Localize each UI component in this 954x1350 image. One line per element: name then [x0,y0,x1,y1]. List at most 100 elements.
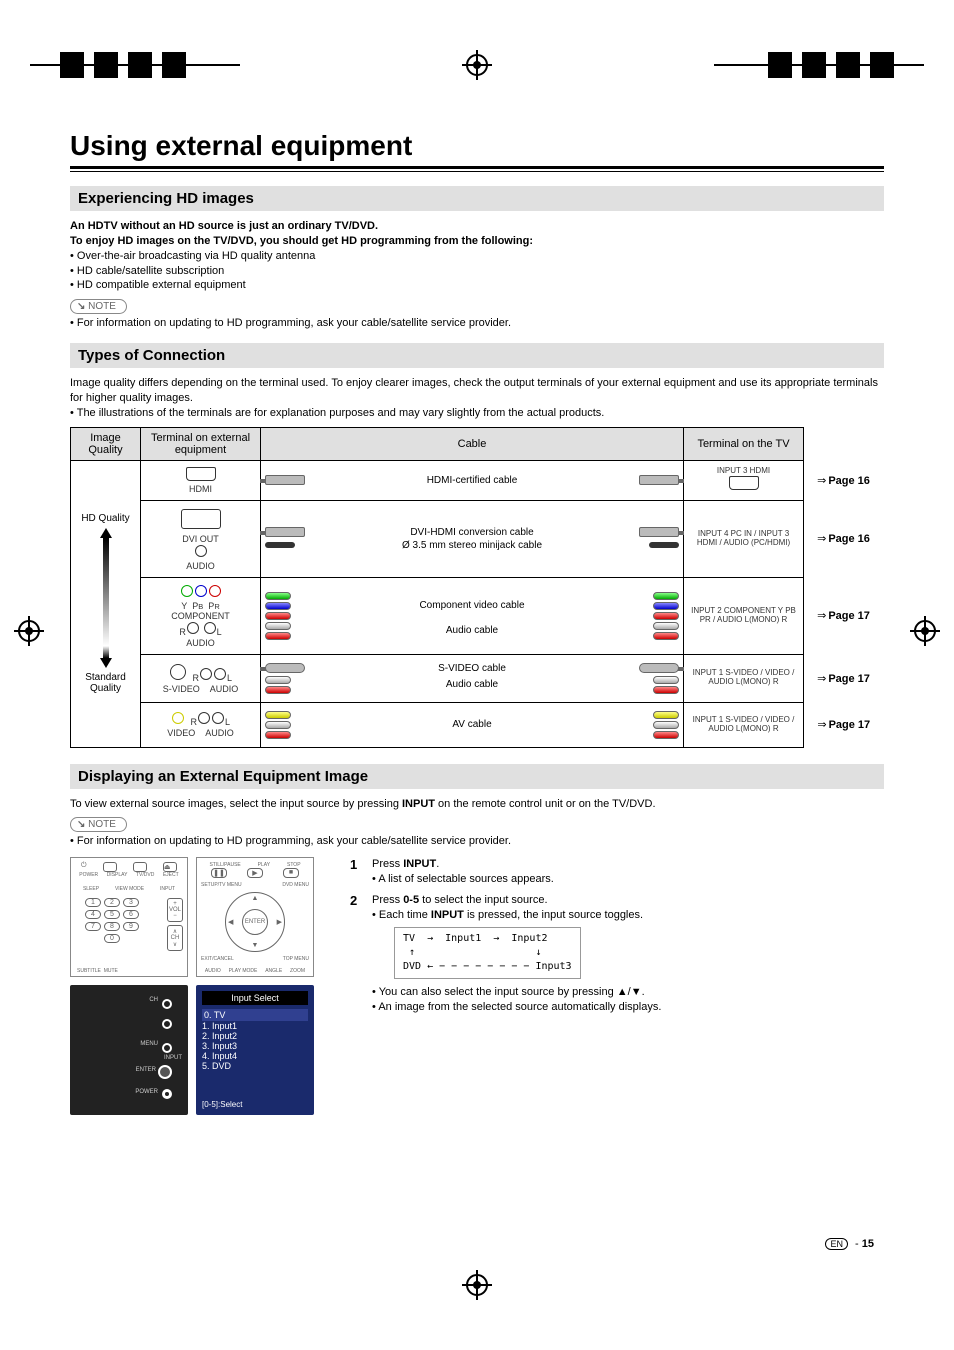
audio-jack-icon [195,545,207,557]
step2-sub: Each time INPUT is pressed, the input so… [372,908,661,923]
ext-term-svideo: RL S-VIDEO AUDIO [141,654,261,702]
remote-figure-1: ⏻ ⏏ POWERDISPLAYTV/DVDEJECT SLEEPVIEW MO… [70,857,188,977]
cable-dvi: DVI-HDMI conversion cable Ø 3.5 mm stere… [261,500,684,577]
step-number: 1 [350,857,364,887]
tv-term-component: INPUT 2 COMPONENT Y PB PR / AUDIO L(MONO… [684,577,804,654]
hdmi-plug-icon [265,475,305,485]
display-note-text: For information on updating to HD progra… [70,834,884,849]
digit-button-icon: 9 [123,922,139,931]
osd-item-selected: 0. TV [202,1009,308,1021]
digit-button-icon: 6 [123,910,139,919]
svideo-port-icon [170,664,186,680]
eject-icon: ⏏ [163,862,177,872]
hd-bullets: Over-the-air broadcasting via HD quality… [70,249,884,294]
ext-term-hdmi: HDMI [141,460,261,500]
digit-button-icon: 8 [104,922,120,931]
power-icon: ⏻ [81,862,87,872]
types-intro: Image quality differs depending on the t… [70,376,884,406]
step2-extra: An image from the selected source automa… [372,1000,661,1015]
std-quality-label: Standard Quality [75,672,136,694]
th-tv-term: Terminal on the TV [684,427,804,460]
note-badge: NOTE [70,817,127,832]
stop-icon: ■ [283,868,299,878]
svideo-plug-icon [265,663,305,673]
svideo-plug-icon [639,663,679,673]
osd-item: 3. Input3 [202,1041,308,1051]
digit-button-icon: 1 [85,898,101,907]
digit-button-icon: 4 [85,910,101,919]
cable-hdmi: HDMI-certified cable [261,460,684,500]
hdmi-port-icon [729,476,759,490]
button-icon [133,862,147,872]
osd-input-select: Input Select 0. TV 1. Input1 2. Input2 3… [196,985,314,1115]
th-cable: Cable [261,427,684,460]
osd-item: 4. Input4 [202,1051,308,1061]
section-heading-hd: Experiencing HD images [70,186,884,211]
tv-term-hdmi: INPUT 3 HDMI [684,460,804,500]
dvi-plug-icon [265,527,305,537]
th-ext-term: Terminal on external equipment [141,427,261,460]
osd-item: 5. DVD [202,1061,308,1071]
tv-term-av: INPUT 1 S-VIDEO / VIDEO / AUDIO L(MONO) … [684,702,804,747]
minijack-plug-icon [649,542,679,548]
play-icon: ▶ [247,868,263,878]
cable-av: AV cable [261,702,684,747]
power-button-icon [162,1089,172,1099]
cable-component: Component video cable Audio cable [261,577,684,654]
step1-sub: A list of selectable sources appears. [372,872,554,887]
hd-bullet: HD cable/satellite subscription [70,264,884,279]
quality-scale-cell: HD Quality Standard Quality [71,460,141,747]
down-arrow-icon: ▼ [252,942,259,949]
crop-marks-top [0,50,954,80]
figure-column: ⏻ ⏏ POWERDISPLAYTV/DVDEJECT SLEEPVIEW MO… [70,857,330,1115]
ext-term-dvi: DVI OUT AUDIO [141,500,261,577]
panel-button-icon [158,1065,172,1079]
ext-term-av: RL VIDEO AUDIO [141,702,261,747]
hd-bullet: Over-the-air broadcasting via HD quality… [70,249,884,264]
hd-intro-2: To enjoy HD images on the TV/DVD, you sh… [70,234,884,249]
panel-button-icon [162,1019,172,1029]
page-ref: Page 17 [817,673,870,685]
instructions-column: 1 Press INPUT. A list of selectable sour… [350,857,884,1115]
right-arrow-icon: ▶ [277,918,282,926]
hd-quality-label: HD Quality [75,513,136,524]
osd-footer: [0-5]:Select [202,1100,242,1109]
quality-arrow-icon [100,528,112,668]
pause-icon: ❚❚ [211,868,227,878]
dpad-icon: ENTER ▲ ▼ ◀ ▶ [225,892,285,952]
page-ref: Page 16 [817,475,870,487]
digit-button-icon: 5 [104,910,120,919]
lang-badge: EN [825,1238,848,1250]
hd-intro-1: An HDTV without an HD source is just an … [70,219,884,234]
page-number: 15 [862,1238,874,1250]
digit-button-icon: 3 [123,898,139,907]
panel-button-icon [162,999,172,1009]
hd-note-text: For information on updating to HD progra… [70,316,884,331]
osd-item: 1. Input1 [202,1021,308,1031]
dvi-port-icon [181,509,221,529]
page-footer: EN - 15 [825,1238,874,1250]
digit-button-icon: 0 [104,934,120,943]
section-heading-display: Displaying an External Equipment Image [70,764,884,789]
left-arrow-icon: ◀ [228,918,233,926]
tv-term-svideo: INPUT 1 S-VIDEO / VIDEO / AUDIO L(MONO) … [684,654,804,702]
remote-figure-2: STILL/PAUSEPLAYSTOP ❚❚ ▶ ■ SETUP/TV MENU… [196,857,314,977]
step-number: 2 [350,893,364,1014]
display-intro: To view external source images, select t… [70,797,884,812]
cable-svideo: S-VIDEO cable Audio cable [261,654,684,702]
ext-term-component: Y PB PR COMPONENT R L AUDIO [141,577,261,654]
hdmi-plug-icon [639,527,679,537]
section-heading-types: Types of Connection [70,343,884,368]
hd-bullet: HD compatible external equipment [70,278,884,293]
hdmi-plug-icon [639,475,679,485]
page-ref: Page 16 [817,533,870,545]
crop-marks-bottom [0,1270,954,1300]
input-toggle-flow: TV → Input1 → Input2 ↑ ↓ DVD ← − − − − −… [394,927,581,979]
side-crop-left [18,620,40,642]
minijack-plug-icon [265,542,295,548]
osd-item: 2. Input2 [202,1031,308,1041]
panel-button-icon [162,1043,172,1053]
tv-term-dvi: INPUT 4 PC IN / INPUT 3 HDMI / AUDIO (PC… [684,500,804,577]
page-ref: Page 17 [817,610,870,622]
title-rule [70,166,884,172]
